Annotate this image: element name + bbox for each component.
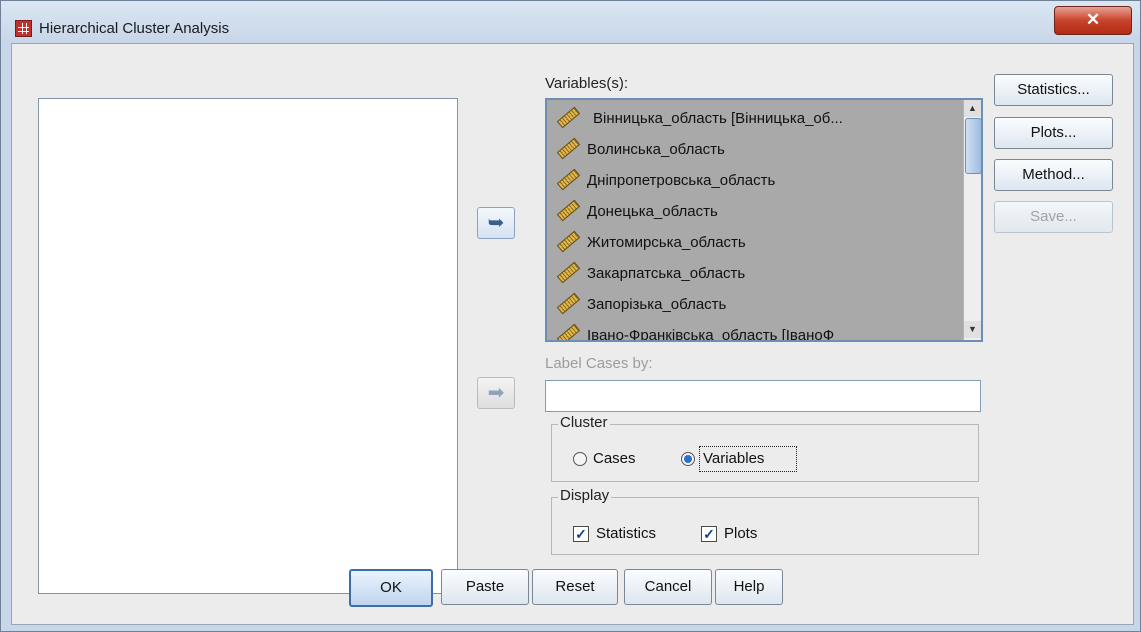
cluster-cases-radio[interactable]: Cases (573, 449, 636, 469)
variable-name: Вінницька_область [Вінницька_об... (593, 110, 843, 127)
dialog-window: Hierarchical Cluster Analysis ✕ Variable… (0, 0, 1141, 632)
move-variable-button[interactable]: ➥ (477, 207, 515, 239)
scale-ruler-icon (556, 106, 581, 129)
ok-button[interactable]: OK (349, 569, 433, 607)
list-item[interactable]: Запорізька_область (547, 290, 957, 320)
list-item[interactable]: Дніпропетровська_область (547, 166, 957, 196)
focus-outline (699, 446, 797, 472)
radio-empty-icon (573, 452, 587, 466)
variable-name: Волинська_область (587, 141, 725, 158)
plots-button[interactable]: Plots... (994, 117, 1113, 149)
statistics-button[interactable]: Statistics... (994, 74, 1113, 106)
spss-table-icon (15, 20, 32, 37)
dialog-body: Variables(s): Вінницька_область [Вінниць… (11, 43, 1134, 625)
title-bar[interactable]: Hierarchical Cluster Analysis ✕ (1, 1, 1140, 43)
checkbox-checked-icon: ✓ (701, 526, 717, 542)
close-button[interactable]: ✕ (1054, 6, 1132, 35)
source-variable-list[interactable] (38, 98, 458, 594)
scale-ruler-icon (556, 261, 581, 284)
arrow-return-icon: ➥ (487, 212, 505, 234)
display-group-title: Display (558, 487, 612, 504)
scale-ruler-icon (556, 168, 581, 191)
variable-name: Житомирська_область (587, 234, 746, 251)
scroll-up-icon[interactable]: ▲ (964, 100, 981, 117)
variables-list[interactable]: Вінницька_область [Вінницька_об... Волин… (545, 98, 983, 342)
label-cases-label: Label Cases by: (545, 355, 653, 372)
display-plots-checkbox[interactable]: ✓ Plots (701, 524, 757, 544)
variable-name: Закарпатська_область (587, 265, 746, 282)
scale-ruler-icon (556, 230, 581, 253)
list-item[interactable]: Закарпатська_область (547, 259, 957, 289)
save-button[interactable]: Save... (994, 201, 1113, 233)
variable-name: Запорізька_область (587, 296, 727, 313)
window-title: Hierarchical Cluster Analysis (39, 20, 230, 37)
list-item[interactable]: Вінницька_область [Вінницька_об... (547, 104, 957, 134)
scale-ruler-icon (556, 199, 581, 222)
scale-ruler-icon (556, 137, 581, 160)
paste-button[interactable]: Paste (441, 569, 529, 605)
scroll-down-icon[interactable]: ▼ (964, 321, 981, 338)
display-statistics-checkbox[interactable]: ✓ Statistics (573, 524, 656, 544)
scale-ruler-icon (556, 323, 581, 340)
variable-name: Донецька_область (587, 203, 718, 220)
radio-selected-icon (681, 452, 695, 466)
variable-name: Івано-Франківська_область [ІваноФ (587, 327, 835, 342)
scale-ruler-icon (556, 292, 581, 315)
cancel-button[interactable]: Cancel (624, 569, 712, 605)
help-button[interactable]: Help (715, 569, 783, 605)
list-item[interactable]: Волинська_область (547, 135, 957, 165)
checkbox-checked-icon: ✓ (573, 526, 589, 542)
list-item[interactable]: Житомирська_область (547, 228, 957, 258)
label-cases-field[interactable] (545, 380, 981, 412)
method-button[interactable]: Method... (994, 159, 1113, 191)
arrow-right-icon: ➡ (487, 382, 505, 404)
scroll-thumb[interactable] (965, 118, 981, 174)
reset-button[interactable]: Reset (532, 569, 618, 605)
list-item[interactable]: Івано-Франківська_область [ІваноФ (547, 321, 957, 342)
vertical-scrollbar[interactable]: ▲ ▼ (963, 100, 981, 340)
cluster-group-title: Cluster (558, 414, 610, 431)
list-item[interactable]: Донецька_область (547, 197, 957, 227)
move-label-button[interactable]: ➡ (477, 377, 515, 409)
variable-name: Дніпропетровська_область (587, 172, 776, 189)
variables-label: Variables(s): (545, 75, 629, 92)
